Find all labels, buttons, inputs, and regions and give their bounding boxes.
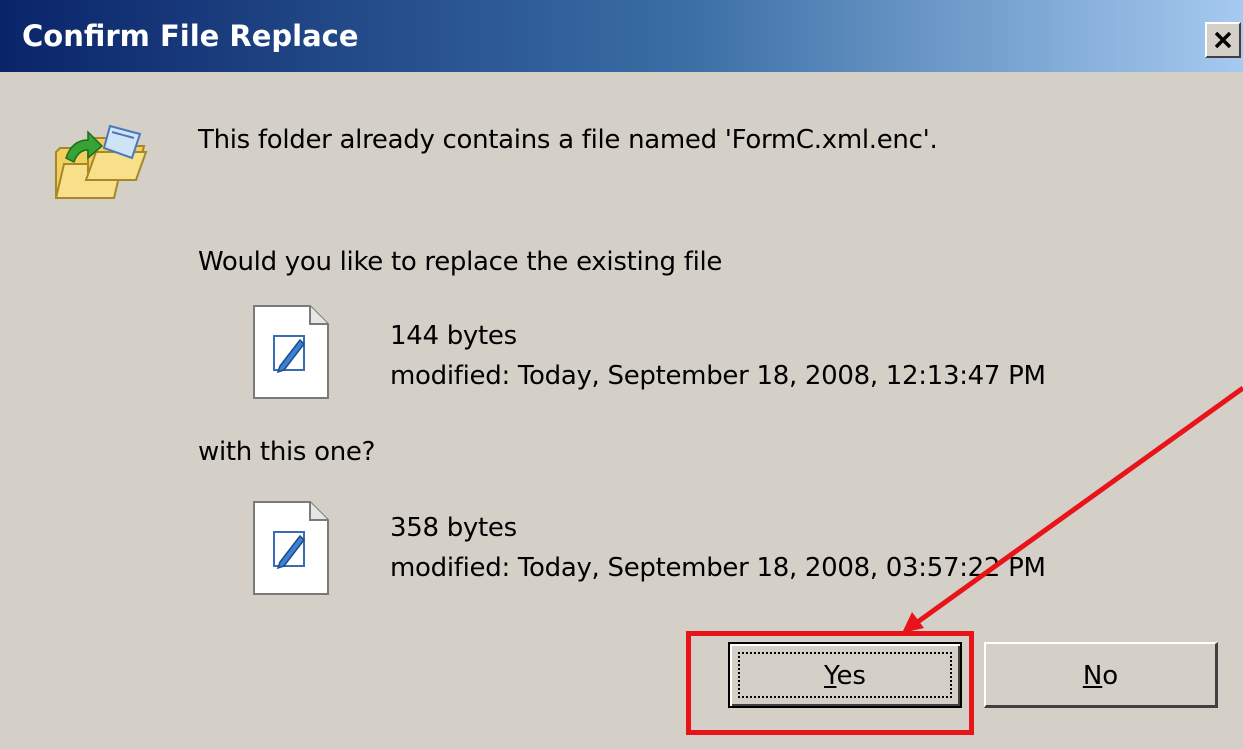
dialog-title: Confirm File Replace (22, 19, 359, 53)
document-edit-icon (253, 305, 329, 399)
yes-button[interactable]: Yes (728, 642, 962, 708)
new-file-size: 358 bytes (390, 513, 517, 543)
close-button[interactable] (1205, 22, 1241, 58)
no-button-label: No (986, 660, 1215, 692)
confirm-file-replace-dialog: Confirm File Replace This folder already… (0, 0, 1243, 749)
yes-button-label: Yes (730, 660, 960, 692)
yes-label-rest: es (836, 661, 866, 691)
no-label-rest: o (1102, 661, 1119, 691)
folder-replace-icon (54, 124, 148, 199)
document-edit-icon (253, 501, 329, 595)
title-bar[interactable]: Confirm File Replace (0, 0, 1243, 72)
replace-question: Would you like to replace the existing f… (198, 247, 723, 277)
replace-with-text: with this one? (198, 437, 376, 467)
no-mnemonic: N (1082, 661, 1103, 691)
arrow-head-icon (902, 612, 924, 633)
new-file-modified: modified: Today, September 18, 2008, 03:… (390, 553, 1046, 583)
no-button[interactable]: No (984, 642, 1218, 708)
replace-message: This folder already contains a file name… (198, 125, 938, 155)
existing-file-size: 144 bytes (390, 321, 517, 351)
yes-mnemonic: Y (824, 661, 837, 691)
close-icon (1214, 31, 1232, 49)
existing-file-modified: modified: Today, September 18, 2008, 12:… (390, 361, 1046, 391)
